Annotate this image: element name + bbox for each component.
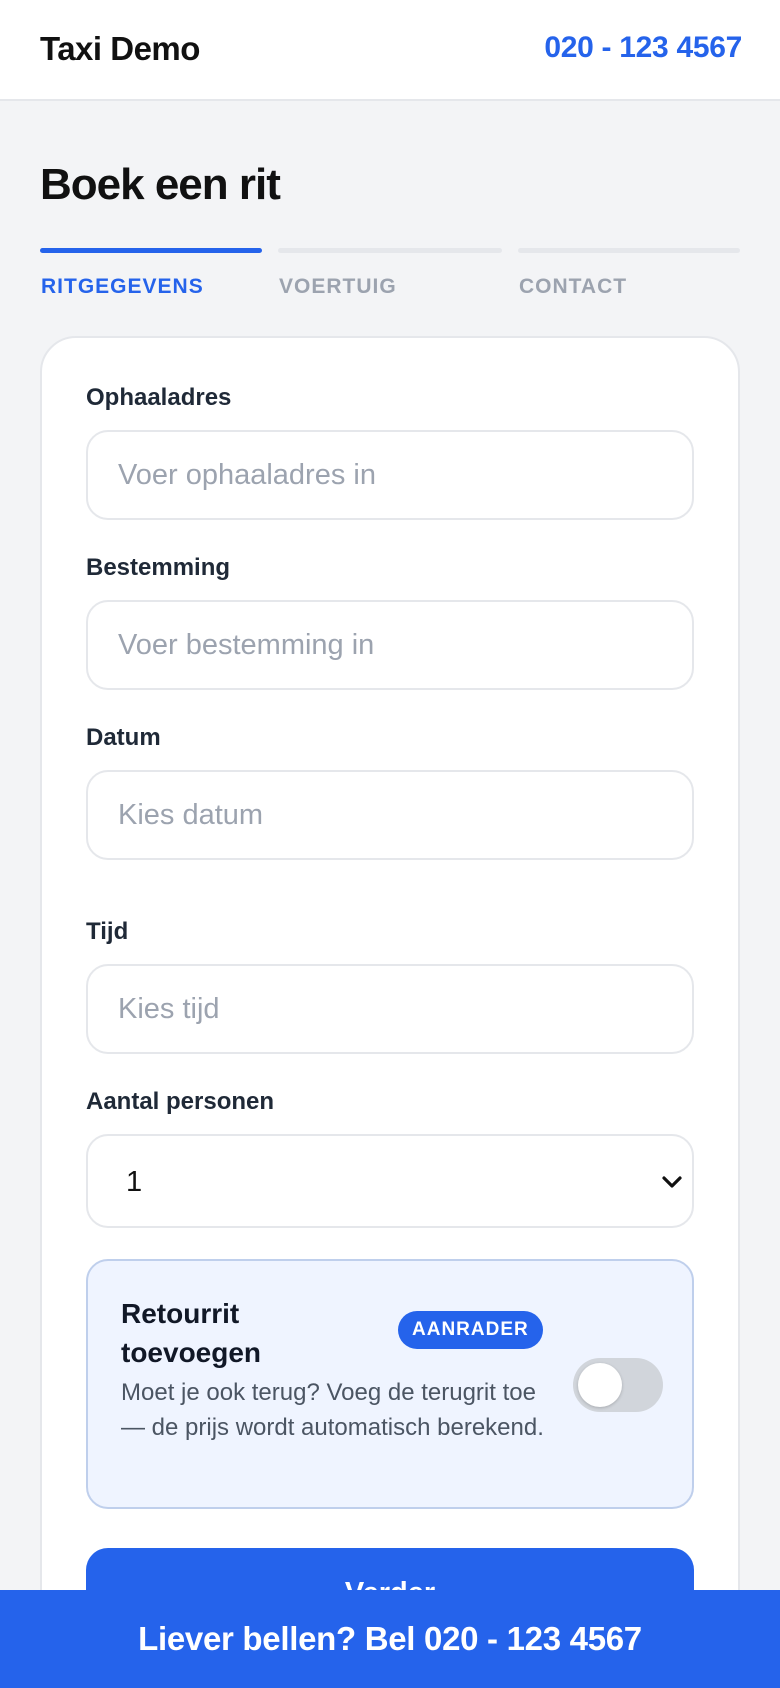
return-trip-title: Retourrit toevoegen [121, 1298, 262, 1368]
chevron-down-icon [662, 1176, 682, 1188]
site-header: Taxi Demo 020 - 123 4567 [0, 0, 780, 101]
passengers-value: 1 [126, 1166, 143, 1198]
pickup-label: Ophaaladres [86, 384, 232, 411]
passengers-select[interactable]: 1 [86, 1134, 694, 1228]
step-bar [518, 248, 740, 253]
date-input[interactable] [86, 770, 694, 860]
header-phone-link[interactable]: 020 - 123 4567 [544, 31, 742, 65]
return-trip-card: Retourrit toevoegen AANRADER Moet je ook… [86, 1259, 694, 1509]
time-label: Tijd [86, 918, 129, 945]
step-bar [278, 248, 502, 253]
return-trip-description: Moet je ook terug? Voeg de terugrit toe … [121, 1379, 544, 1441]
toggle-knob [578, 1363, 622, 1407]
pickup-input[interactable] [86, 430, 694, 520]
brand-logo[interactable]: Taxi Demo [40, 30, 200, 68]
destination-input[interactable] [86, 600, 694, 690]
call-bar[interactable]: Liever bellen? Bel 020 - 123 4567 [0, 1590, 780, 1688]
recommended-badge: AANRADER [398, 1311, 543, 1349]
step-contact[interactable]: CONTACT [518, 248, 740, 304]
step-label: VOERTUIG [279, 275, 397, 298]
step-ritgegevens[interactable]: RITGEGEVENS [40, 248, 262, 304]
time-input[interactable] [86, 964, 694, 1054]
step-progress: RITGEGEVENS VOERTUIG CONTACT [40, 248, 740, 304]
step-label: CONTACT [519, 275, 628, 298]
step-bar [40, 248, 262, 253]
return-trip-toggle[interactable] [573, 1358, 663, 1412]
date-label: Datum [86, 724, 161, 751]
destination-label: Bestemming [86, 554, 231, 581]
step-voertuig[interactable]: VOERTUIG [278, 248, 502, 304]
passengers-label: Aantal personen [86, 1088, 275, 1115]
page-title: Boek een rit [40, 160, 281, 209]
step-label: RITGEGEVENS [41, 275, 204, 298]
